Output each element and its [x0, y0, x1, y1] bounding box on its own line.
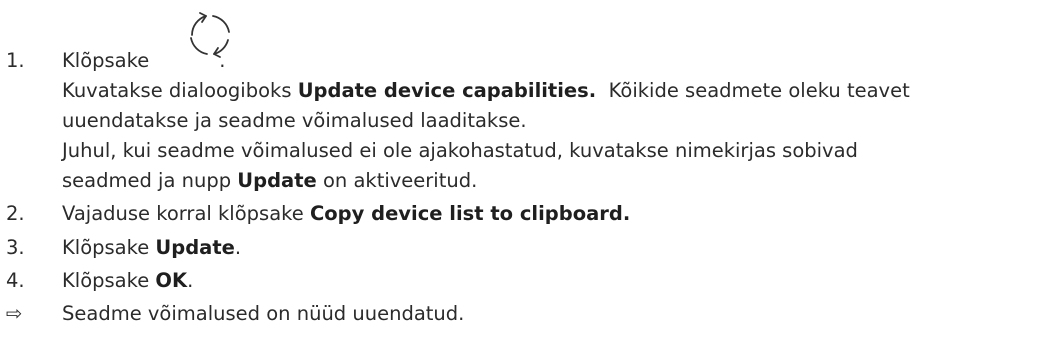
- refresh-icon: [190, 12, 230, 58]
- button-name: Update: [237, 169, 317, 192]
- result-text: Seadme võimalused on nüüd uuendatud.: [62, 302, 465, 325]
- step-number: 4.: [6, 269, 25, 292]
- button-name: Update: [155, 236, 235, 259]
- dialog-name: Update device capabilities.: [297, 79, 597, 102]
- step-number: 3.: [6, 236, 25, 259]
- result-arrow-icon: ⇨: [6, 302, 23, 325]
- button-name: Copy device list to clipboard.: [309, 202, 631, 225]
- step-number: 2.: [6, 202, 25, 225]
- step-number: 1.: [6, 49, 25, 72]
- button-name: OK: [155, 269, 188, 292]
